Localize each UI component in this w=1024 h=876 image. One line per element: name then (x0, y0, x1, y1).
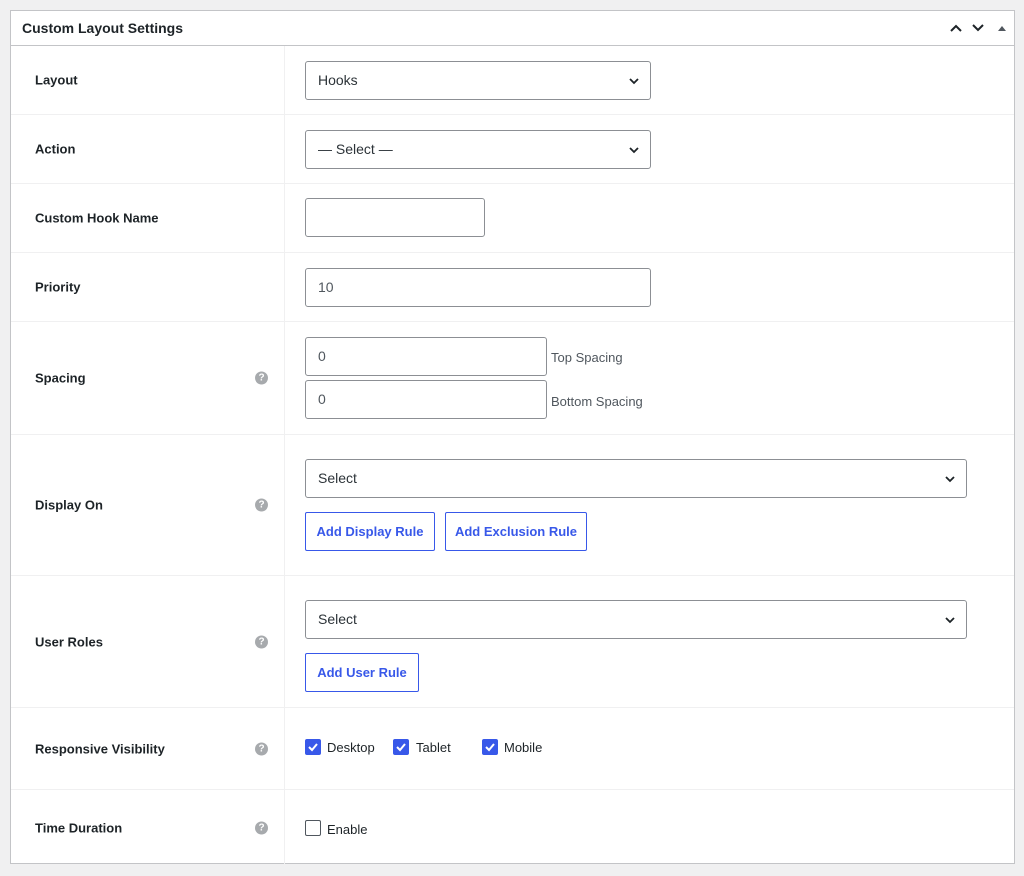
priority-row: Priority 10 (11, 253, 1014, 322)
display-on-select[interactable]: Select (305, 459, 967, 498)
user-roles-select[interactable]: Select (305, 600, 967, 639)
move-down-icon[interactable] (969, 19, 987, 37)
label-column: User Roles ? (11, 576, 285, 707)
help-icon[interactable]: ? (255, 821, 268, 835)
add-exclusion-rule-button[interactable]: Add Exclusion Rule (445, 512, 587, 551)
help-icon[interactable]: ? (255, 498, 268, 512)
label-column: Priority (11, 253, 285, 321)
layout-select[interactable]: Hooks (305, 61, 651, 100)
label-column: Spacing ? (11, 322, 285, 434)
layout-select-value: Hooks (318, 72, 358, 88)
chevron-down-icon (945, 476, 955, 483)
spacing-label: Spacing (35, 370, 86, 386)
help-icon[interactable]: ? (255, 742, 268, 755)
layout-row: Layout Hooks (11, 46, 1014, 115)
user-roles-select-value: Select (318, 611, 357, 627)
mobile-checkbox[interactable] (482, 739, 498, 755)
settings-rows: Layout Hooks Action — Select — Custom Ho… (11, 46, 1014, 866)
user-roles-row: User Roles ? Select Add User Rule (11, 576, 1014, 708)
chevron-down-icon (945, 617, 955, 624)
responsive-visibility-row: Responsive Visibility ? Desktop Tablet M… (11, 708, 1014, 790)
custom-layout-settings-panel: Custom Layout Settings Layout Hooks Acti… (10, 10, 1015, 866)
spacing-row: Spacing ? 0 Top Spacing 0 Bottom Spacing (11, 322, 1014, 435)
collapse-toggle-icon[interactable] (993, 19, 1011, 37)
custom-hook-name-label: Custom Hook Name (35, 210, 159, 226)
desktop-checkbox-label: Desktop (327, 740, 375, 755)
time-duration-row: Time Duration ? Enable (11, 790, 1014, 866)
action-select-value: — Select — (318, 141, 393, 157)
priority-input[interactable]: 10 (305, 268, 651, 307)
move-up-icon[interactable] (947, 19, 965, 37)
enable-checkbox-label: Enable (327, 822, 368, 837)
chevron-down-icon (629, 78, 639, 85)
help-icon[interactable]: ? (255, 635, 268, 648)
panel-header: Custom Layout Settings (11, 11, 1014, 46)
top-spacing-input[interactable]: 0 (305, 337, 547, 376)
display-on-select-value: Select (318, 470, 357, 486)
custom-hook-name-input[interactable] (305, 198, 485, 237)
label-column: Layout (11, 46, 285, 114)
label-column: Display On ? (11, 435, 285, 575)
display-on-row: Display On ? Select Add Display Rule Add… (11, 435, 1014, 576)
label-column: Responsive Visibility ? (11, 708, 285, 789)
bottom-spacing-note: Bottom Spacing (551, 394, 643, 409)
user-roles-label: User Roles (35, 634, 103, 649)
time-duration-label: Time Duration (35, 820, 123, 836)
responsive-visibility-label: Responsive Visibility (35, 741, 165, 756)
label-column: Action (11, 115, 285, 183)
action-label: Action (35, 141, 76, 157)
label-column: Time Duration ? (11, 790, 285, 866)
help-icon[interactable]: ? (255, 371, 268, 385)
label-column: Custom Hook Name (11, 184, 285, 252)
desktop-checkbox[interactable] (305, 739, 321, 755)
add-display-rule-button[interactable]: Add Display Rule (305, 512, 435, 551)
tablet-checkbox[interactable] (393, 739, 409, 755)
display-on-label: Display On (35, 497, 103, 513)
action-select[interactable]: — Select — (305, 130, 651, 169)
priority-label: Priority (35, 279, 81, 295)
bottom-spacing-input[interactable]: 0 (305, 380, 547, 419)
tablet-checkbox-label: Tablet (416, 740, 451, 755)
checkmark-icon (308, 743, 318, 752)
add-user-rule-button[interactable]: Add User Rule (305, 653, 419, 692)
custom-hook-name-row: Custom Hook Name (11, 184, 1014, 253)
checkmark-icon (485, 743, 495, 752)
layout-label: Layout (35, 72, 78, 88)
mobile-checkbox-label: Mobile (504, 740, 543, 755)
top-spacing-note: Top Spacing (551, 350, 623, 365)
panel-title: Custom Layout Settings (22, 20, 184, 36)
checkmark-icon (396, 743, 406, 752)
action-row: Action — Select — (11, 115, 1014, 184)
chevron-down-icon (629, 147, 639, 154)
enable-time-duration-checkbox[interactable] (305, 820, 321, 836)
